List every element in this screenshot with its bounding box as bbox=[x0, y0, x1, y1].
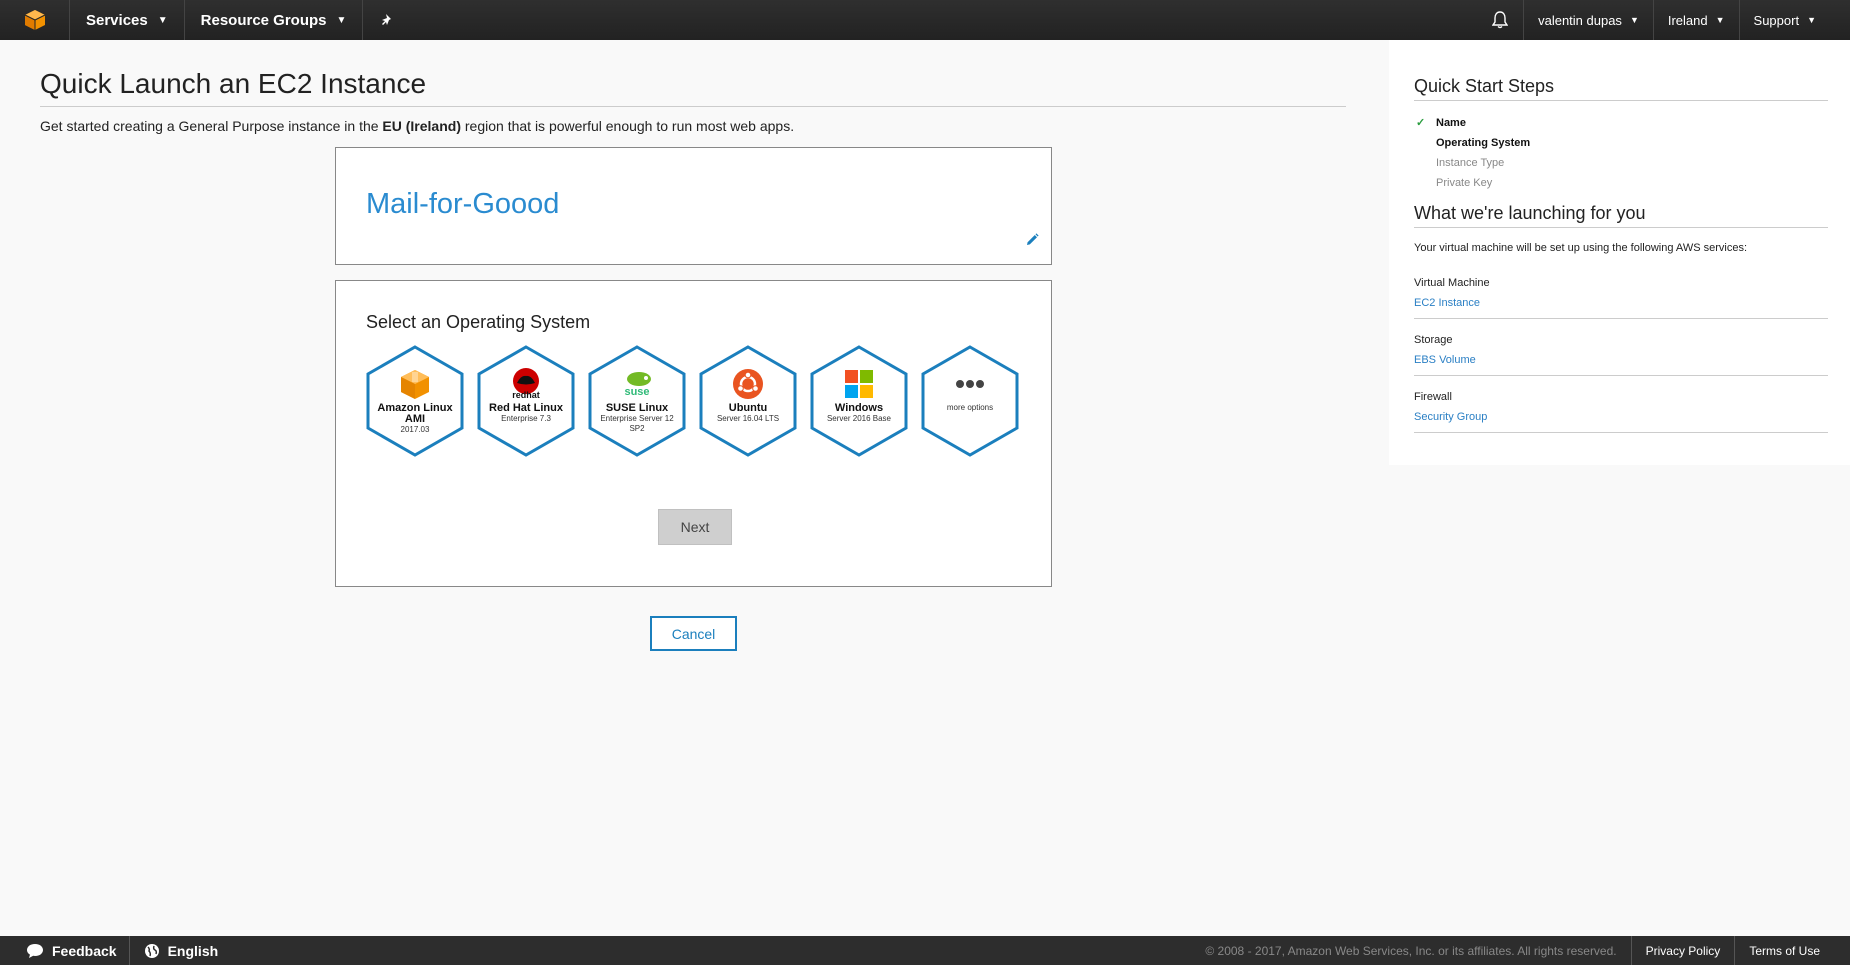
service-firewall: Firewall Security Group bbox=[1414, 390, 1828, 433]
notifications-bell-icon[interactable] bbox=[1476, 0, 1525, 40]
suse-icon: suse bbox=[588, 367, 686, 401]
chevron-down-icon: ▼ bbox=[157, 14, 168, 26]
os-version: Server 16.04 LTS bbox=[716, 414, 780, 423]
region-label: Ireland bbox=[1667, 12, 1708, 28]
step-item: Operating System bbox=[1414, 133, 1828, 153]
os-name: Red Hat Linux bbox=[489, 402, 563, 414]
service-label: Storage bbox=[1414, 334, 1453, 346]
os-name: Windows bbox=[834, 402, 884, 414]
aws-logo-icon[interactable] bbox=[0, 0, 70, 40]
os-name: Amazon Linux AMI bbox=[377, 402, 453, 425]
language-label: English bbox=[167, 942, 219, 959]
chevron-down-icon: ▼ bbox=[1807, 15, 1816, 25]
os-version: Server 2016 Base bbox=[826, 414, 892, 423]
cancel-button[interactable]: Cancel bbox=[650, 616, 737, 651]
security-group-link[interactable]: Security Group bbox=[1414, 410, 1828, 424]
os-name: SUSE Linux bbox=[605, 402, 669, 414]
windows-icon bbox=[810, 367, 908, 401]
operating-system-panel: Select an Operating System Amazon Linux … bbox=[335, 280, 1052, 587]
amazon-box-icon bbox=[366, 367, 464, 401]
intro-before: Get started creating a General Purpose i… bbox=[40, 118, 383, 134]
intro-after: region that is powerful enough to run mo… bbox=[461, 118, 795, 134]
terms-of-use-link[interactable]: Terms of Use bbox=[1734, 936, 1850, 965]
top-navigation-bar: Services ▼ Resource Groups ▼ valentin du… bbox=[0, 0, 1850, 40]
user-menu[interactable]: valentin dupas ▼ bbox=[1524, 0, 1654, 40]
redhat-icon: redhat bbox=[477, 367, 575, 401]
chevron-down-icon: ▼ bbox=[1629, 15, 1639, 25]
os-option-amazon-linux[interactable]: Amazon Linux AMI 2017.03 bbox=[366, 345, 464, 457]
user-name: valentin dupas bbox=[1538, 12, 1622, 28]
launch-lead: Your virtual machine will be set up usin… bbox=[1414, 242, 1748, 254]
nav-right-group: valentin dupas ▼ Ireland ▼ Support ▼ bbox=[1476, 0, 1850, 40]
support-label: Support bbox=[1753, 12, 1800, 28]
step-item: Private Key bbox=[1414, 173, 1828, 193]
services-label: Services bbox=[86, 11, 148, 29]
ec2-instance-link[interactable]: EC2 Instance bbox=[1414, 296, 1828, 310]
os-option-windows[interactable]: Windows Server 2016 Base bbox=[810, 345, 908, 457]
privacy-policy-link[interactable]: Privacy Policy bbox=[1630, 936, 1735, 965]
service-label: Virtual Machine bbox=[1414, 277, 1490, 289]
service-virtual-machine: Virtual Machine EC2 Instance bbox=[1414, 276, 1828, 319]
os-version: Enterprise 7.3 bbox=[501, 414, 551, 423]
feedback-button[interactable]: Feedback bbox=[0, 936, 129, 965]
os-version: Enterprise Server 12 SP2 bbox=[600, 414, 674, 433]
ebs-volume-link[interactable]: EBS Volume bbox=[1414, 353, 1828, 367]
edit-pencil-icon[interactable] bbox=[1025, 233, 1039, 252]
step-label: Name bbox=[1436, 117, 1466, 129]
next-button[interactable]: Next bbox=[658, 509, 732, 545]
service-label: Firewall bbox=[1414, 391, 1452, 403]
page-title: Quick Launch an EC2 Instance bbox=[40, 68, 1346, 107]
chevron-down-icon: ▼ bbox=[336, 14, 347, 26]
intro-text: Get started creating a General Purpose i… bbox=[40, 118, 1346, 134]
os-version: 2017.03 bbox=[400, 425, 430, 434]
resource-groups-menu[interactable]: Resource Groups ▼ bbox=[185, 0, 364, 40]
step-item: Instance Type bbox=[1414, 153, 1828, 173]
footer-right: © 2008 - 2017, Amazon Web Services, Inc.… bbox=[1205, 936, 1850, 965]
chevron-down-icon: ▼ bbox=[1715, 15, 1725, 25]
os-option-red-hat[interactable]: redhat Red Hat Linux Enterprise 7.3 bbox=[477, 345, 575, 457]
os-section-title: Select an Operating System bbox=[366, 312, 591, 332]
steps-title: Quick Start Steps bbox=[1414, 76, 1828, 101]
step-label: Private Key bbox=[1436, 177, 1493, 189]
region-menu[interactable]: Ireland ▼ bbox=[1654, 0, 1740, 40]
instance-name-panel: Mail-for-Goood bbox=[335, 147, 1052, 265]
os-option-more-options[interactable]: more options bbox=[921, 345, 1019, 457]
steps-list: ✓ Name Operating System Instance Type Pri… bbox=[1414, 113, 1828, 193]
step-item: ✓ Name bbox=[1414, 113, 1828, 133]
os-version: more options bbox=[946, 403, 994, 412]
suse-logo-text: suse bbox=[624, 386, 649, 398]
services-menu[interactable]: Services ▼ bbox=[70, 0, 185, 40]
quick-start-sidebar: Quick Start Steps ✓ Name Operating System… bbox=[1389, 40, 1850, 465]
speech-bubble-icon bbox=[26, 943, 44, 959]
step-label: Operating System bbox=[1436, 137, 1531, 149]
copyright-text: © 2008 - 2017, Amazon Web Services, Inc.… bbox=[1205, 943, 1617, 958]
footer-bar: Feedback English © 2008 - 2017, Amazon W… bbox=[0, 936, 1850, 965]
step-label: Instance Type bbox=[1436, 157, 1505, 169]
redhat-logo-text: redhat bbox=[512, 390, 540, 400]
globe-icon bbox=[144, 943, 160, 959]
language-selector[interactable]: English bbox=[128, 936, 231, 965]
feedback-label: Feedback bbox=[52, 942, 117, 959]
support-menu[interactable]: Support ▼ bbox=[1740, 0, 1850, 40]
main-content: Quick Launch an EC2 Instance Get started… bbox=[40, 40, 1346, 651]
launch-title: What we're launching for you bbox=[1414, 203, 1828, 228]
ubuntu-icon bbox=[699, 367, 797, 401]
pin-icon[interactable] bbox=[363, 0, 413, 40]
more-dots-icon bbox=[921, 367, 1019, 401]
os-option-suse-linux[interactable]: suse SUSE Linux Enterprise Server 12 SP2 bbox=[588, 345, 686, 457]
intro-region: EU (Ireland) bbox=[382, 118, 461, 134]
os-option-ubuntu[interactable]: Ubuntu Server 16.04 LTS bbox=[699, 345, 797, 457]
service-storage: Storage EBS Volume bbox=[1414, 333, 1828, 376]
checkmark-icon: ✓ bbox=[1416, 117, 1426, 129]
instance-name[interactable]: Mail-for-Goood bbox=[366, 188, 559, 221]
resource-groups-label: Resource Groups bbox=[200, 11, 327, 29]
os-options: Amazon Linux AMI 2017.03 redhat Red Hat … bbox=[366, 345, 1019, 457]
os-name: Ubuntu bbox=[728, 402, 768, 414]
